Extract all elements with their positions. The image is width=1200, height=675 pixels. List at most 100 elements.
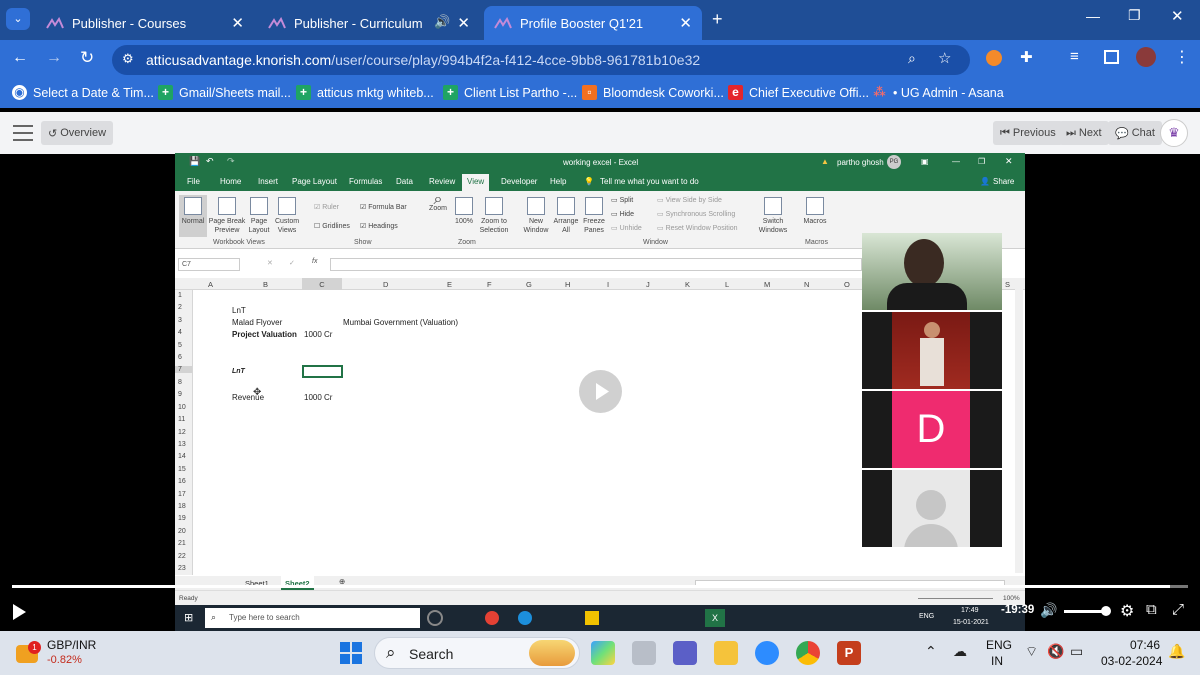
chevron-up-icon[interactable]: ⌃ xyxy=(925,643,937,660)
arrange-all-icon xyxy=(557,197,575,215)
popout-icon[interactable]: ⧉ xyxy=(1146,601,1157,618)
copilot-icon[interactable] xyxy=(591,641,615,665)
tab-profile-booster[interactable]: Profile Booster Q1'21 ✕ xyxy=(484,6,702,40)
zoom-100-label: 100% xyxy=(455,218,473,225)
tab-publisher-curriculum[interactable]: Publisher - Curriculum 🔊 ✕ xyxy=(258,6,480,40)
file-explorer-icon[interactable] xyxy=(714,641,738,665)
site-info-icon[interactable]: ⚙ xyxy=(122,51,134,67)
stock-change: -0.82% xyxy=(47,654,82,666)
bookmark-item[interactable]: ⁂ • UG Admin - Asana xyxy=(872,85,1003,100)
notification-badge: 1 xyxy=(28,641,41,654)
sync-scroll-label: Synchronous Scrolling xyxy=(665,211,736,218)
tab-search-icon[interactable]: ⌄ xyxy=(6,8,30,30)
col-header: B xyxy=(263,280,269,289)
formula-bar-checkbox: ☑ Formula Bar xyxy=(360,204,407,211)
unhide-button: ▭ Unhide xyxy=(611,225,642,232)
media-icon[interactable]: ≡ xyxy=(1070,48,1079,65)
bookmark-item[interactable]: + atticus mktg whiteb... xyxy=(296,85,434,100)
mute-icon[interactable]: 🔇 xyxy=(1047,643,1064,660)
formula-bar-label: Formula Bar xyxy=(368,204,407,211)
close-window-icon[interactable]: ✕ xyxy=(1171,7,1184,25)
stock-name[interactable]: GBP/INR xyxy=(47,638,96,652)
star-icon[interactable]: ☆ xyxy=(938,49,951,67)
speaker-icon[interactable]: 🔊 xyxy=(434,14,450,30)
sheets-icon: + xyxy=(158,85,173,100)
taskbar-search-box[interactable]: ⌕ Search xyxy=(374,637,580,669)
close-icon[interactable]: ✕ xyxy=(679,14,692,32)
chat-button[interactable]: 💬 Chat xyxy=(1108,121,1162,145)
zoom-selection-icon xyxy=(485,197,503,215)
url-text[interactable]: atticusadvantage.knorish.com/user/course… xyxy=(146,52,700,68)
hamburger-icon[interactable] xyxy=(13,125,33,141)
normal-view-button: Normal xyxy=(179,195,207,237)
menu-icon[interactable]: ⋮ xyxy=(1174,47,1190,67)
battery-icon[interactable]: ▭ xyxy=(1070,643,1083,660)
video-play-overlay[interactable] xyxy=(579,370,622,413)
bookmark-label: Bloomdesk Coworki... xyxy=(603,85,724,100)
formula-input xyxy=(330,258,862,271)
enter-icon: ✓ xyxy=(289,260,295,267)
play-button[interactable] xyxy=(10,602,28,622)
bookmark-item[interactable]: ◉ Select a Date & Tim... xyxy=(12,85,154,100)
bookmark-item[interactable]: + Client List Partho -... xyxy=(443,85,577,100)
cell-b4: Project Valuation xyxy=(232,330,297,339)
puzzle-icon[interactable]: ✚ xyxy=(1020,48,1033,66)
next-button[interactable]: ⏭ Next xyxy=(1059,121,1109,145)
fullscreen-icon[interactable]: ⤢ xyxy=(1172,601,1184,618)
new-window-button: New Window xyxy=(519,197,553,235)
url-box[interactable]: ⚙ atticusadvantage.knorish.com/user/cour… xyxy=(112,45,970,75)
row-header: 3 xyxy=(178,317,182,324)
cloud-icon[interactable]: ☁ xyxy=(953,643,967,660)
stock-widget-icon[interactable]: 1 xyxy=(16,641,41,665)
tab-publisher-courses[interactable]: Publisher - Courses ✕ xyxy=(36,6,254,40)
bookmark-item[interactable]: e Chief Executive Offi... xyxy=(728,85,869,100)
zoom-app-icon[interactable] xyxy=(755,641,779,665)
excel-user-avatar: PG xyxy=(887,155,901,169)
webcam-tile-presenter xyxy=(862,233,1002,310)
new-tab-icon[interactable]: + xyxy=(712,9,723,30)
zoom-icon[interactable]: ⌕ xyxy=(908,50,916,67)
overview-button[interactable]: ↺ Overview xyxy=(41,121,114,145)
custom-views-icon xyxy=(278,197,296,215)
start-icon[interactable] xyxy=(340,642,362,664)
forward-icon[interactable]: → xyxy=(46,49,62,67)
chrome-taskbar-icon[interactable] xyxy=(796,641,820,665)
restore-icon[interactable]: ❐ xyxy=(1128,7,1141,24)
webcam-tile-3: D xyxy=(862,391,1002,468)
crown-avatar-icon[interactable]: ♛ xyxy=(1160,119,1188,147)
task-view-icon[interactable] xyxy=(632,641,656,665)
volume-slider[interactable] xyxy=(1064,610,1106,613)
video-progress-track[interactable] xyxy=(12,585,1188,588)
volume-icon[interactable]: 🔊 xyxy=(1040,602,1057,619)
reload-icon[interactable]: ↻ xyxy=(80,48,94,68)
bookmark-item[interactable]: ▫ Bloomdesk Coworki... xyxy=(582,85,724,100)
freeze-panes-label: Freeze Panes xyxy=(583,218,605,234)
taskbar-lang[interactable]: ENG xyxy=(986,638,1012,652)
profile-avatar[interactable] xyxy=(1136,47,1156,67)
switch-windows-label: Switch Windows xyxy=(758,218,788,234)
wifi-icon[interactable]: ⌔ xyxy=(1025,643,1038,661)
back-icon[interactable]: ← xyxy=(12,49,28,67)
close-icon[interactable]: ✕ xyxy=(457,14,470,32)
minimize-icon[interactable]: — xyxy=(1086,8,1100,24)
sidepanel-icon[interactable] xyxy=(1104,50,1119,64)
extension-icon[interactable] xyxy=(986,50,1002,66)
bookmark-item[interactable]: + Gmail/Sheets mail... xyxy=(158,85,291,100)
fx-icon: fx xyxy=(312,258,318,265)
hide-button: ▭ Hide xyxy=(611,211,634,218)
name-box: C7 xyxy=(178,258,240,271)
bookmark-label: Client List Partho -... xyxy=(464,85,578,100)
notifications-icon[interactable]: 🔔 xyxy=(1168,643,1185,660)
active-cell-c7 xyxy=(302,365,343,378)
close-icon[interactable]: ✕ xyxy=(231,14,244,32)
settings-icon[interactable]: ⚙ xyxy=(1120,601,1134,621)
taskbar-search-label: Search xyxy=(409,646,454,662)
volume-knob[interactable] xyxy=(1101,606,1111,616)
address-bar-row: ← → ↻ ⚙ atticusadvantage.knorish.com/use… xyxy=(0,40,1200,78)
taskbar-time[interactable]: 07:46 xyxy=(1130,638,1160,652)
previous-button[interactable]: ⏮ Previous xyxy=(993,121,1063,145)
powerpoint-icon[interactable]: P xyxy=(837,641,861,665)
teams-icon[interactable] xyxy=(673,641,697,665)
new-window-icon xyxy=(527,197,545,215)
excel-minimize-icon: — xyxy=(952,157,960,166)
